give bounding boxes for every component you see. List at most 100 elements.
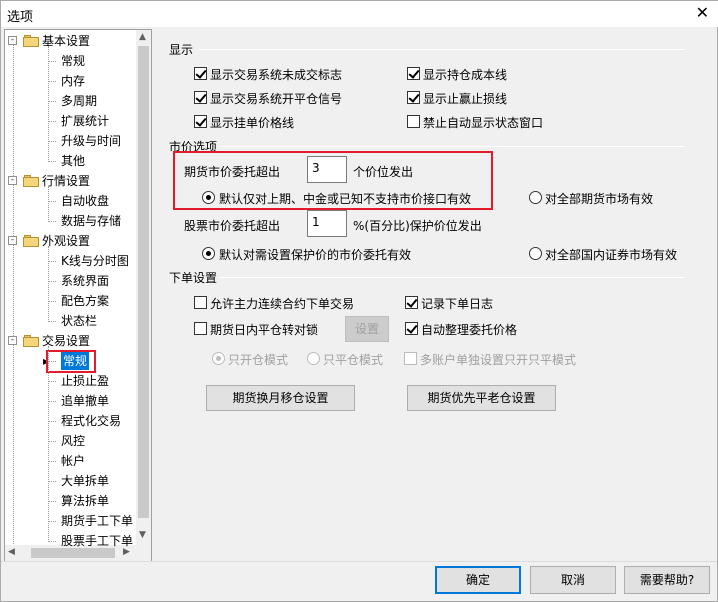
tree-group-label[interactable]: 交易设置	[42, 332, 90, 350]
close-only-mode-radio[interactable]	[307, 352, 320, 365]
divider	[219, 146, 685, 147]
tree-item[interactable]: K线与分时图	[61, 252, 129, 270]
show-unfilled-marker-label: 显示交易系统未成交标志	[210, 68, 343, 82]
tree-item[interactable]: 大单拆单	[61, 472, 109, 490]
tree-item[interactable]: 常规	[61, 52, 85, 70]
window-title: 选项	[7, 10, 34, 25]
tree-connector	[48, 501, 56, 502]
show-pending-price-label: 显示挂单价格线	[210, 116, 295, 130]
futures-priority-close-button[interactable]: 期货优先平老仓设置	[407, 385, 556, 411]
folder-icon	[23, 235, 39, 247]
show-stop-lines-checkbox[interactable]	[407, 91, 420, 104]
tree-connector	[13, 44, 14, 544]
tree-connector	[48, 461, 56, 462]
tree-connector	[48, 101, 56, 102]
tree-group-label[interactable]: 基本设置	[42, 32, 90, 50]
tree-expander-icon[interactable]: -	[8, 176, 17, 185]
tree-connector	[48, 541, 56, 542]
tree-item[interactable]: 系统界面	[61, 272, 109, 290]
display-group-title: 显示	[169, 43, 194, 57]
tree-item[interactable]: 自动收盘	[61, 192, 109, 210]
open-only-mode-radio[interactable]	[212, 352, 225, 365]
intraday-close-lock-checkbox[interactable]	[194, 322, 207, 335]
scroll-left-icon[interactable]: ◀	[8, 547, 15, 557]
options-dialog: 选项 ✕ ▲ ▼ ◀ ▶ - 基本设置 常规 内存 多周期 扩展统计 升级与时间 其他 - 行情设…	[0, 0, 718, 602]
tree-item[interactable]: 扩展统计	[61, 112, 109, 130]
tree-vertical-scrollbar[interactable]: ▲ ▼	[136, 30, 151, 545]
tree-group-label[interactable]: 外观设置	[42, 232, 90, 250]
tree-item[interactable]: 期货手工下单	[61, 512, 133, 530]
tree-item[interactable]: 追单撤单	[61, 392, 109, 410]
multi-account-mode-checkbox[interactable]	[404, 352, 417, 365]
tree-group-label[interactable]: 行情设置	[42, 172, 90, 190]
tree-connector	[48, 261, 56, 262]
tree-item[interactable]: 升级与时间	[61, 132, 121, 150]
stock-default-scope-radio[interactable]	[202, 247, 215, 260]
highlight-box	[173, 151, 493, 210]
tree-connector	[48, 321, 56, 322]
tree-connector	[48, 301, 56, 302]
open-only-mode-label: 只开仓模式	[228, 353, 289, 367]
intraday-close-lock-label: 期货日内平仓转对锁	[210, 323, 319, 337]
tree-vertical-scroll-thumb[interactable]	[138, 46, 149, 518]
futures-all-markets-label: 对全部期货市场有效	[545, 192, 654, 206]
tree-connector	[48, 81, 56, 82]
show-signals-checkbox[interactable]	[194, 91, 207, 104]
futures-rollover-button[interactable]: 期货换月移仓设置	[206, 385, 355, 411]
close-lock-settings-button[interactable]: 设置	[345, 316, 389, 342]
tree-item[interactable]: 帐户	[61, 452, 85, 470]
ok-button[interactable]: 确定	[435, 566, 521, 594]
tree-item-selected[interactable]: 常规	[61, 352, 90, 370]
tree-connector	[48, 281, 56, 282]
tree-expander-icon[interactable]: -	[8, 36, 17, 45]
tree-expander-icon[interactable]: -	[8, 336, 17, 345]
tree-item[interactable]: 算法拆单	[61, 492, 109, 510]
tree-connector	[48, 61, 56, 62]
tree-item[interactable]: 配色方案	[61, 292, 109, 310]
cancel-button[interactable]: 取消	[530, 566, 616, 594]
show-unfilled-marker-checkbox[interactable]	[194, 67, 207, 80]
close-icon[interactable]: ✕	[696, 3, 709, 22]
tree-connector	[48, 521, 56, 522]
show-signals-label: 显示交易系统开平仓信号	[210, 92, 343, 106]
tree-connector	[48, 221, 56, 222]
folder-icon	[23, 335, 39, 347]
tree-item[interactable]: 多周期	[61, 92, 97, 110]
tree-item[interactable]: 风控	[61, 432, 85, 450]
stock-default-scope-label: 默认对需设置保护价的市价委托有效	[219, 248, 412, 262]
title-bar: 选项 ✕	[1, 1, 718, 27]
tree-connector	[48, 186, 49, 222]
scroll-down-icon[interactable]: ▼	[139, 530, 146, 540]
tree-connector	[48, 481, 56, 482]
log-orders-checkbox[interactable]	[405, 296, 418, 309]
tree-item[interactable]: 状态栏	[61, 312, 97, 330]
tree-connector	[48, 201, 56, 202]
stock-all-markets-label: 对全部国内证券市场有效	[545, 248, 678, 262]
show-pending-price-checkbox[interactable]	[194, 115, 207, 128]
tree-item[interactable]: 其他	[61, 152, 85, 170]
help-button[interactable]: 需要帮助?	[624, 566, 710, 594]
stock-protection-input[interactable]: 1	[307, 210, 347, 237]
stock-protection-suffix: %(百分比)保护价位发出	[353, 219, 482, 233]
tree-connector	[48, 441, 56, 442]
tree-expander-icon[interactable]: -	[8, 236, 17, 245]
order-group-title: 下单设置	[169, 271, 218, 285]
tree-connector	[48, 141, 56, 142]
scroll-up-icon[interactable]: ▲	[139, 32, 146, 42]
show-position-cost-checkbox[interactable]	[407, 67, 420, 80]
tree-item[interactable]: 程式化交易	[61, 412, 121, 430]
tree-item[interactable]: 止损止盈	[61, 372, 109, 390]
close-only-mode-label: 只平仓模式	[323, 353, 384, 367]
auto-adjust-price-checkbox[interactable]	[405, 322, 418, 335]
show-stop-lines-label: 显示止赢止损线	[423, 92, 508, 106]
tree-item[interactable]: 内存	[61, 72, 85, 90]
allow-main-contract-checkbox[interactable]	[194, 296, 207, 309]
tree-connector	[48, 346, 49, 542]
auto-adjust-price-label: 自动整理委托价格	[421, 323, 518, 337]
futures-all-markets-radio[interactable]	[529, 191, 542, 204]
disable-status-window-checkbox[interactable]	[407, 115, 420, 128]
tree-item[interactable]: 股票手工下单	[61, 532, 133, 550]
tree-connector	[48, 46, 49, 162]
stock-all-markets-radio[interactable]	[529, 247, 542, 260]
tree-item[interactable]: 数据与存储	[61, 212, 121, 230]
